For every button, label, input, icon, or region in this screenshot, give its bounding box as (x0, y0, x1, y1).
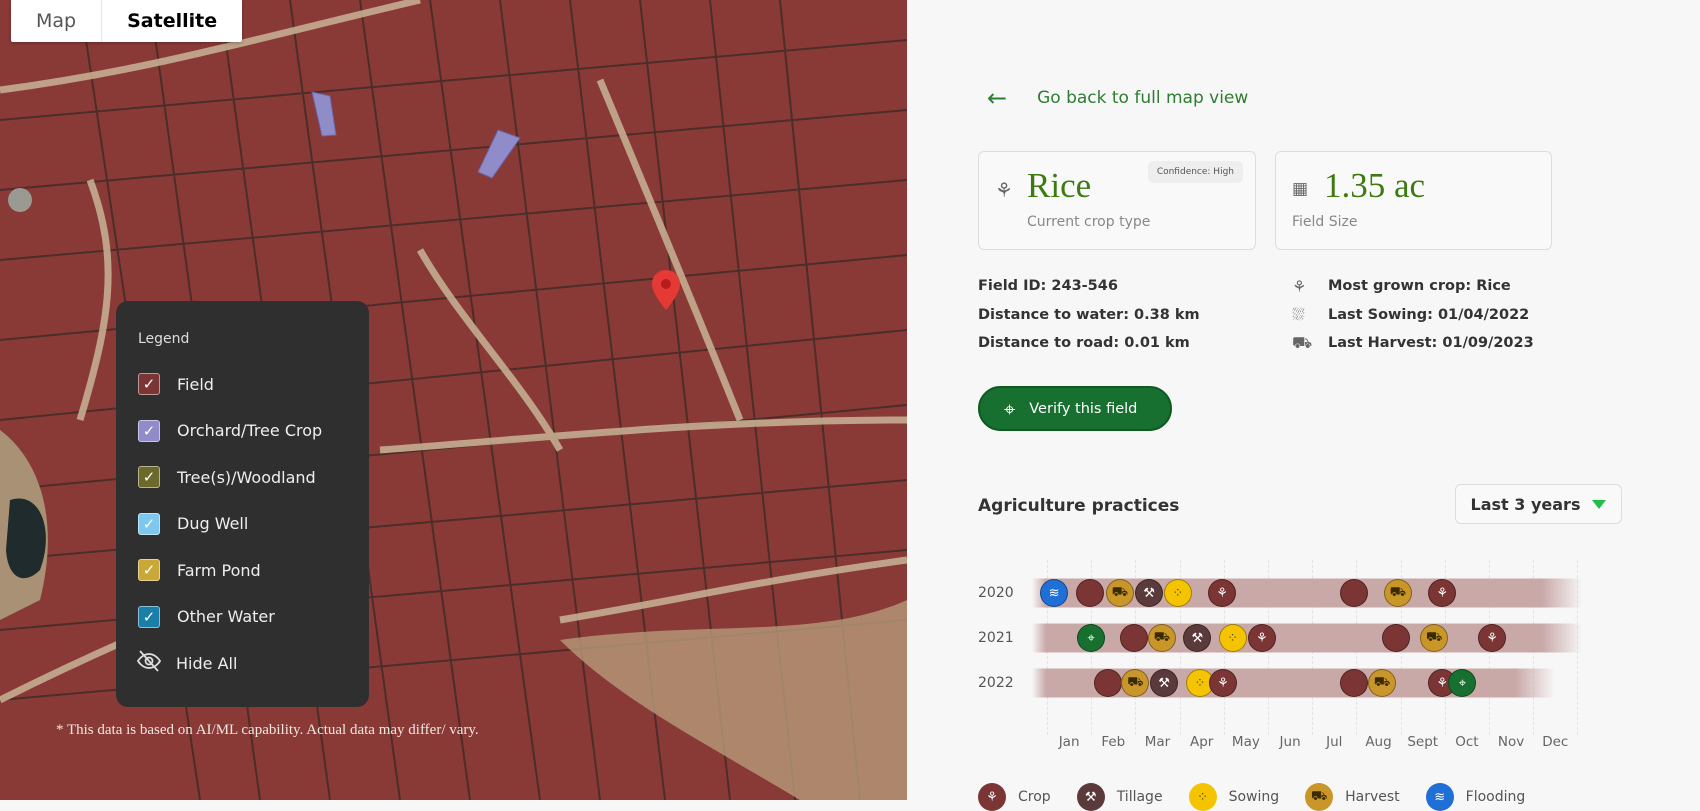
crop-plain-event-icon[interactable] (1382, 624, 1411, 652)
harvest-event-icon[interactable]: ⛟ (1383, 579, 1412, 607)
checkbox[interactable]: ✓ (138, 605, 160, 628)
tillage-event-icon[interactable]: ⚒ (1150, 669, 1179, 697)
flooding-event-icon[interactable]: ≋ (1040, 579, 1069, 607)
crop-plain-event-icon[interactable] (1093, 669, 1122, 697)
crop-plain-event-icon[interactable] (1075, 579, 1104, 607)
month-label: Apr (1190, 734, 1214, 750)
crop-event-icon[interactable]: ⚘ (1428, 579, 1457, 607)
practices-legend: ⚘ Crop ⚒ Tillage ⁘ Sowing ⛟ Harvest ≋ Flooding (978, 783, 1551, 811)
practice-legend-label: Tillage (1116, 789, 1163, 805)
crop-event-icon[interactable]: ⚘ (1208, 669, 1237, 697)
tillage-icon: ⚒ (1076, 783, 1105, 811)
verify-event-icon[interactable]: ⌖ (1077, 624, 1106, 652)
practice-legend-label: Flooding (1465, 789, 1526, 805)
legend-item[interactable]: ✓ Field (138, 361, 347, 408)
month-label: Dec (1542, 734, 1569, 750)
flooding-icon: ≋ (1425, 783, 1454, 811)
satellite-map[interactable]: Map Satellite Legend ✓ Field ✓ Orchard/Tree… (0, 0, 907, 800)
practice-legend-label: Sowing (1228, 789, 1280, 805)
legend-item-label: Tree(s)/Woodland (177, 467, 316, 487)
month-label: Mar (1144, 734, 1171, 750)
legend-title: Legend (138, 331, 190, 347)
crop-event-icon[interactable]: ⚘ (1478, 624, 1507, 652)
legend-item[interactable]: ✓ Farm Pond (138, 547, 347, 594)
crop-event-icon[interactable]: ⚘ (1208, 579, 1237, 607)
month-label: Sept (1407, 734, 1439, 750)
verify-event-icon[interactable]: ⌖ (1448, 669, 1477, 697)
map-type-toggle[interactable]: Map Satellite (11, 0, 243, 42)
legend-item-label: Other Water (177, 607, 275, 627)
practice-legend-item: ⚒ Tillage (1076, 783, 1163, 811)
month-label: Jun (1279, 734, 1301, 750)
practice-legend-label: Harvest (1345, 789, 1400, 805)
harvest-event-icon[interactable]: ⛟ (1147, 624, 1176, 652)
month-label: Jul (1326, 734, 1343, 750)
legend-item-label: Field (177, 374, 214, 394)
location-pin-icon[interactable] (652, 270, 680, 314)
legend-item[interactable]: ✓ Tree(s)/Woodland (138, 454, 347, 501)
practice-legend-item: ≋ Flooding (1425, 783, 1526, 811)
satellite-toggle-button[interactable]: Satellite (101, 0, 242, 42)
checkbox[interactable]: ✓ (138, 419, 160, 442)
checkbox[interactable]: ✓ (138, 373, 160, 396)
map-legend: Legend ✓ Field ✓ Orchard/Tree Crop ✓ Tree(s)/… (116, 301, 369, 707)
practice-legend-item: ⚘ Crop (978, 783, 1051, 811)
year-label: 2020 (978, 585, 1014, 601)
sowing-event-icon[interactable]: ⁘ (1163, 579, 1192, 607)
eye-off-icon (136, 650, 162, 676)
tillage-event-icon[interactable]: ⚒ (1183, 624, 1212, 652)
month-label: Jan (1058, 734, 1080, 750)
hide-all-label: Hide All (176, 653, 238, 673)
legend-item-label: Dug Well (177, 514, 249, 534)
crop-plain-event-icon[interactable] (1340, 669, 1369, 697)
year-label: 2022 (978, 675, 1014, 691)
legend-item[interactable]: ✓ Orchard/Tree Crop (138, 408, 347, 455)
sowing-event-icon[interactable]: ⁘ (1218, 624, 1247, 652)
month-label: Nov (1497, 734, 1525, 750)
crop-icon: ⚘ (978, 783, 1006, 811)
disclaimer: * This data is based on AI/ML capability… (56, 722, 479, 738)
harvest-event-icon[interactable]: ⛟ (1368, 669, 1397, 697)
crop-plain-event-icon[interactable] (1120, 624, 1149, 652)
tillage-event-icon[interactable]: ⚒ (1135, 579, 1164, 607)
crop-plain-event-icon[interactable] (1340, 579, 1369, 607)
month-label: May (1231, 734, 1260, 750)
practices-timeline: Jan Feb Mar Apr May Jun Jul Aug Sept Oct Nov Dec 202… (907, 0, 1700, 809)
year-label: 2021 (978, 630, 1014, 646)
practice-legend-item: ⛟ Harvest (1305, 783, 1400, 811)
month-label: Feb (1101, 734, 1126, 750)
checkbox[interactable]: ✓ (138, 466, 160, 489)
checkbox[interactable]: ✓ (138, 559, 160, 582)
legend-item[interactable]: ✓ Dug Well (138, 501, 347, 548)
practice-legend-label: Crop (1018, 789, 1051, 805)
crop-event-icon[interactable]: ⚘ (1247, 624, 1276, 652)
legend-item-label: Farm Pond (177, 560, 261, 580)
practice-legend-item: ⁘ Sowing (1188, 783, 1280, 811)
checkbox[interactable]: ✓ (138, 512, 160, 535)
harvest-event-icon[interactable]: ⛟ (1420, 624, 1449, 652)
harvest-event-icon[interactable]: ⛟ (1121, 669, 1150, 697)
hide-all-button[interactable]: Hide All (136, 640, 347, 687)
legend-item[interactable]: ✓ Other Water (138, 594, 347, 641)
sowing-icon: ⁘ (1188, 783, 1217, 811)
map-toggle-button[interactable]: Map (11, 0, 101, 42)
month-label: Oct (1455, 734, 1479, 750)
field-details-panel: ← Go back to full map view ⚘ Rice Curren… (907, 0, 1700, 811)
harvest-event-icon[interactable]: ⛟ (1105, 579, 1134, 607)
legend-item-label: Orchard/Tree Crop (177, 421, 323, 441)
month-label: Aug (1365, 734, 1392, 750)
harvest-icon: ⛟ (1305, 783, 1334, 811)
